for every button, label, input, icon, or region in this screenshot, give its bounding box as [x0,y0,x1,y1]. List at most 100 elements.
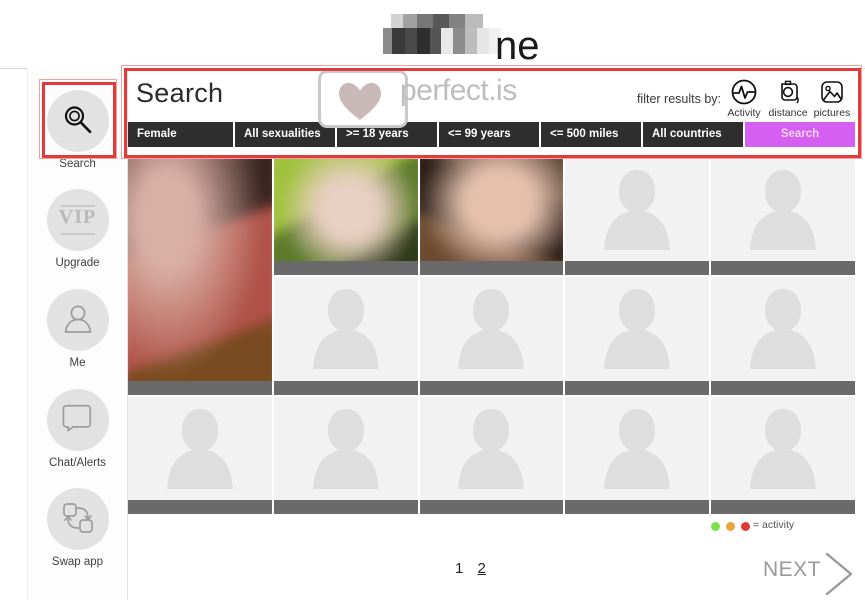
filter-icon-label: pictures [813,107,851,119]
left-sidebar: Search VIP Upgrade Me Chat/Alerts Swap a… [27,68,128,600]
filter-results-by-label: filter results by: [636,92,721,106]
search-submit-button[interactable]: Search [745,122,855,147]
filter-bar: Female All sexualities >= 18 years <= 99… [128,122,855,147]
sidebar-upgrade-circle: VIP [46,189,109,251]
card-info-bar [128,380,272,395]
filter-gender[interactable]: Female [128,122,233,147]
filter-min-age[interactable]: >= 18 years [337,122,437,147]
sidebar-me-circle [46,289,109,351]
next-label: NEXT [762,558,821,581]
result-card[interactable] [565,277,710,395]
app-root: ne Search VIP Upgrade Me Chat/Alerts Swa… [0,0,865,600]
result-card[interactable] [711,396,855,514]
result-card[interactable] [419,396,564,514]
card-info-bar [711,500,855,514]
card-info-bar [419,380,564,395]
result-card[interactable] [711,158,855,276]
default-avatar-icon [600,283,674,370]
filter-icon-group: Activity distance pictures [723,78,851,126]
result-card[interactable] [128,396,272,514]
pagination: 1 2 [455,560,496,577]
default-avatar-icon [600,403,674,489]
swap-app-icon [47,488,109,550]
site-logo[interactable]: ne [355,6,540,68]
filter-icon-label: Activity [727,107,761,119]
sidebar-item-label: Swap app [51,556,104,568]
logo-tail-text: ne [495,24,540,68]
filter-sexuality[interactable]: All sexualities [235,122,335,147]
card-info-bar [419,261,564,276]
filter-activity-button[interactable]: Activity [723,78,765,119]
sidebar-search-circle [46,90,109,152]
sidebar-item-chat-alerts[interactable]: Chat/Alerts [28,383,127,479]
results-grid [128,158,855,516]
default-avatar-icon [746,164,820,250]
result-card[interactable] [565,396,710,514]
result-card[interactable] [419,277,564,395]
default-avatar-icon [309,283,383,370]
default-avatar-icon [600,164,674,250]
card-info-bar [273,380,418,395]
legend-dot-red [741,522,750,531]
magnifier-icon [47,90,109,152]
result-card[interactable] [128,158,272,395]
sidebar-item-label: Search [59,158,96,170]
filter-icon-label: distance [768,107,808,119]
default-avatar-icon [309,403,383,489]
person-icon [47,289,109,351]
default-avatar-icon [454,403,528,489]
filter-pictures-button[interactable]: pictures [811,78,853,119]
distance-icon [767,78,809,106]
sidebar-item-search[interactable]: Search [28,84,127,180]
page-title: Search [136,78,224,108]
default-avatar-icon [163,403,237,489]
card-info-bar [273,500,418,514]
result-card[interactable] [273,396,418,514]
sidebar-chat-circle [46,389,109,451]
card-info-bar [711,380,855,395]
card-info-bar [565,380,710,395]
result-card[interactable] [419,158,564,276]
result-card[interactable] [565,158,710,276]
legend-dot-green [711,522,720,531]
default-avatar-icon [746,403,820,489]
card-info-bar [565,261,710,276]
sidebar-item-upgrade[interactable]: VIP Upgrade [28,183,127,279]
legend-dot-orange [726,522,735,531]
card-info-bar [273,261,418,276]
card-info-bar [565,500,710,514]
card-info-bar [419,500,564,514]
activity-legend: = activity [711,519,861,535]
profile-photo [128,158,272,395]
filter-distance-button[interactable]: distance [767,78,809,119]
sidebar-item-label: Upgrade [55,257,100,269]
sidebar-item-swap-app[interactable]: Swap app [28,482,127,578]
vip-icon: VIP [47,189,109,251]
sidebar-swap-circle [46,488,109,550]
filter-distance[interactable]: <= 500 miles [541,122,641,147]
chat-bubble-icon [47,389,109,451]
filter-country[interactable]: All countries [643,122,743,147]
result-card[interactable] [711,277,855,395]
result-card[interactable] [273,158,418,276]
site-header: ne [0,0,865,69]
card-info-bar [128,500,272,514]
sidebar-item-me[interactable]: Me [28,283,127,379]
activity-pulse-icon [723,78,765,106]
page-link-1[interactable]: 1 [455,560,463,577]
pictures-icon [811,78,853,106]
chevron-right-icon [823,552,855,601]
filter-max-age[interactable]: <= 99 years [439,122,539,147]
vip-label: VIP [58,206,97,228]
logo-redaction-block [383,28,501,54]
profile-photo [273,158,418,276]
default-avatar-icon [746,283,820,370]
search-panel: Search filter results by: Activity dista… [128,72,855,152]
sidebar-item-label: Chat/Alerts [49,457,106,469]
page-link-2[interactable]: 2 [478,560,486,577]
default-avatar-icon [454,283,528,370]
legend-label: = activity [753,519,795,531]
result-card[interactable] [273,277,418,395]
sidebar-item-label: Me [69,357,86,369]
profile-photo [419,158,564,276]
